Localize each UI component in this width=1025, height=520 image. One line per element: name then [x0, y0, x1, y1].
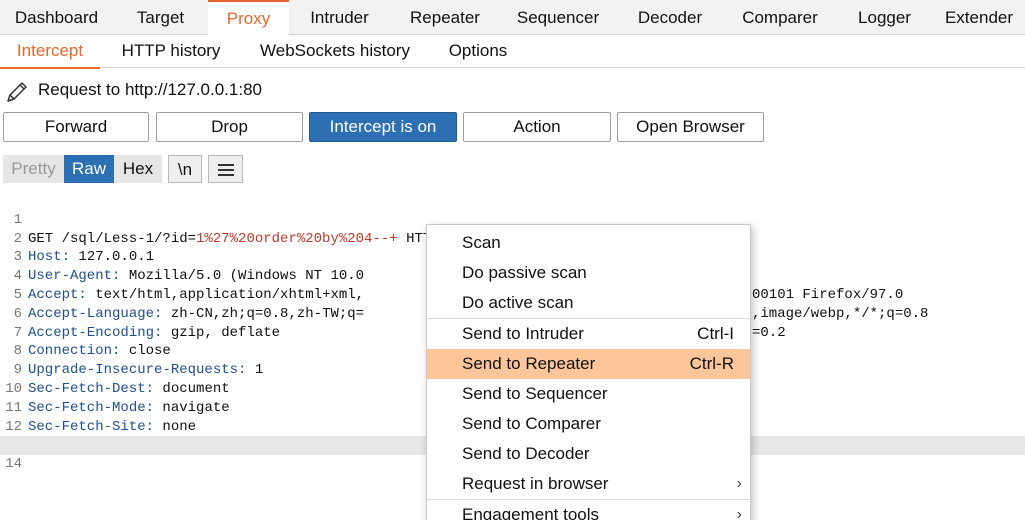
drop-button[interactable]: Drop — [156, 112, 303, 142]
top-tab-bar: Dashboard Target Proxy Intruder Repeater… — [0, 0, 1025, 35]
intercept-toggle-button[interactable]: Intercept is on — [309, 112, 457, 142]
tab-target[interactable]: Target — [113, 0, 208, 35]
menu-item-send-to-repeater[interactable]: Send to Repeater Ctrl-R — [427, 349, 750, 379]
editor-menu-button[interactable] — [208, 155, 243, 183]
tab-proxy[interactable]: Proxy — [208, 0, 289, 35]
tab-sequencer[interactable]: Sequencer — [500, 0, 616, 35]
line-number: 14 — [0, 455, 22, 474]
menu-item-do-passive-scan[interactable]: Do passive scan — [427, 258, 750, 288]
proxy-sub-tab-bar: Intercept HTTP history WebSockets histor… — [0, 35, 1025, 69]
raw-view-button[interactable]: Raw — [64, 155, 114, 183]
pencil-icon[interactable] — [4, 79, 30, 105]
hex-view-button[interactable]: Hex — [114, 155, 162, 183]
forward-button[interactable]: Forward — [3, 112, 149, 142]
request-header: Request to http://127.0.0.1:80 — [0, 68, 1025, 112]
request-target-label: Request to http://127.0.0.1:80 — [38, 80, 262, 99]
menu-item-engagement-tools[interactable]: Engagement tools › — [427, 500, 750, 520]
tab-extender[interactable]: Extender — [933, 0, 1025, 35]
hamburger-icon — [217, 164, 234, 176]
editor-line: 1 GET /sql/Less-1/?id=1%27%20order%20by%… — [0, 192, 1025, 247]
shortcut-label: Ctrl-I — [697, 324, 734, 343]
action-button[interactable]: Action — [463, 112, 611, 142]
context-menu: Scan Do passive scan Do active scan Send… — [426, 224, 751, 520]
chevron-right-icon: › — [736, 475, 742, 492]
tab-websockets-history[interactable]: WebSockets history — [242, 35, 428, 68]
tab-repeater[interactable]: Repeater — [390, 0, 500, 35]
tab-intercept[interactable]: Intercept — [0, 35, 100, 69]
menu-item-request-in-browser[interactable]: Request in browser › — [427, 469, 750, 499]
shortcut-label: Ctrl-R — [689, 354, 734, 373]
tab-comparer[interactable]: Comparer — [724, 0, 836, 35]
tab-http-history[interactable]: HTTP history — [100, 35, 242, 68]
tab-intruder[interactable]: Intruder — [289, 0, 390, 35]
chevron-right-icon: › — [736, 506, 742, 520]
menu-item-send-to-comparer[interactable]: Send to Comparer — [427, 409, 750, 439]
tab-options[interactable]: Options — [428, 35, 528, 68]
menu-item-scan[interactable]: Scan — [427, 228, 750, 258]
menu-item-send-to-intruder[interactable]: Send to Intruder Ctrl-I — [427, 319, 750, 349]
menu-item-send-to-decoder[interactable]: Send to Decoder — [427, 439, 750, 469]
tab-logger[interactable]: Logger — [836, 0, 933, 35]
open-browser-button[interactable]: Open Browser — [617, 112, 764, 142]
menu-item-do-active-scan[interactable]: Do active scan — [427, 288, 750, 318]
newline-toggle-button[interactable]: \n — [168, 155, 202, 183]
pretty-view-button[interactable]: Pretty — [3, 155, 64, 183]
menu-item-send-to-sequencer[interactable]: Send to Sequencer — [427, 379, 750, 409]
tab-decoder[interactable]: Decoder — [616, 0, 724, 35]
tab-dashboard[interactable]: Dashboard — [0, 0, 113, 35]
